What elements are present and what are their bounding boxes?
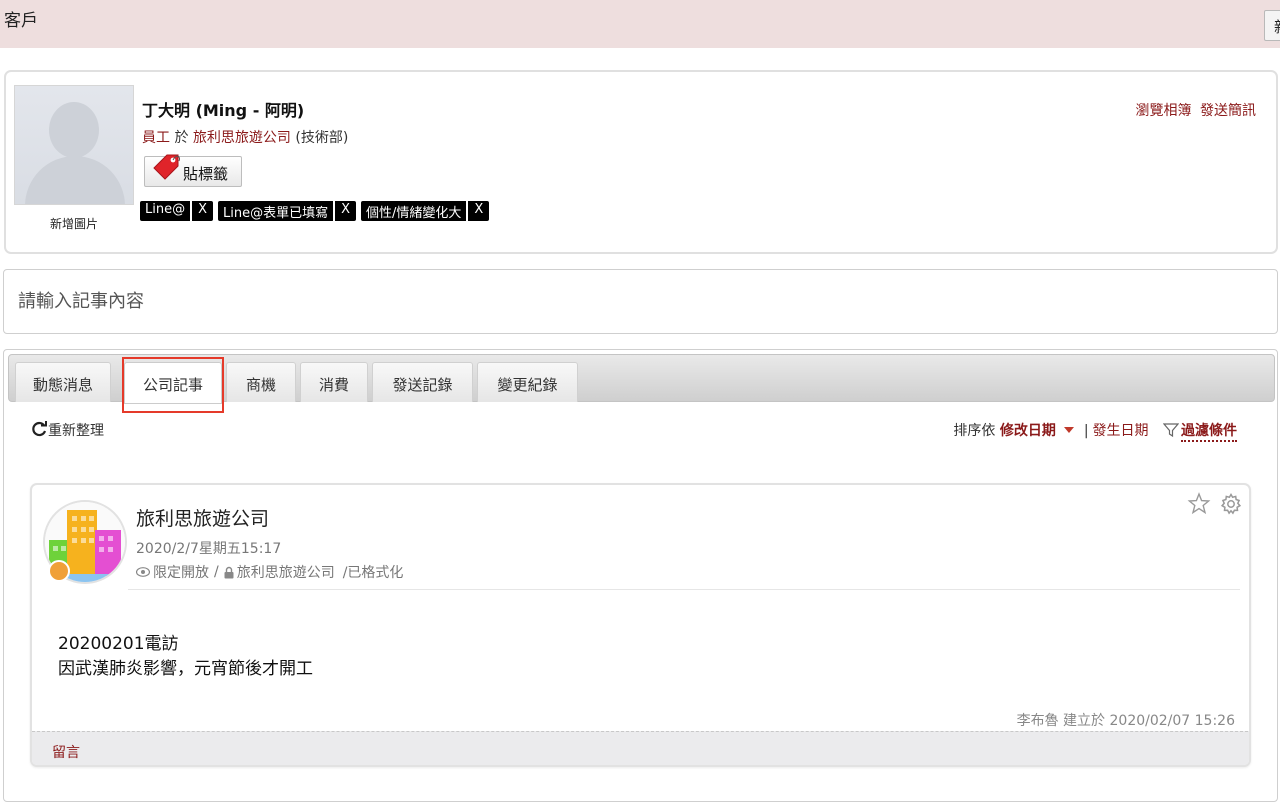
send-sms-link[interactable]: 發送簡訊 (1200, 103, 1256, 119)
card-divider (128, 589, 1240, 590)
profile-actions: 瀏覽相簿 發送簡訊 (1132, 100, 1256, 120)
company-badge-icon (48, 560, 70, 582)
tab-news-feed[interactable]: 動態消息 (15, 362, 111, 402)
gear-icon[interactable] (1219, 492, 1243, 516)
new-button[interactable]: 新增 (1264, 10, 1280, 41)
star-icon[interactable] (1187, 492, 1211, 516)
note-body-line: 20200201電訪 (58, 634, 179, 654)
department-text: (技術部) (290, 130, 349, 146)
tab-change-log[interactable]: 變更紀錄 (477, 362, 578, 402)
contact-profile-card: 新增圖片 丁大明 (Ming - 阿明) 員工 於 旅利思旅遊公司 (技術部) … (4, 70, 1278, 254)
role-separator: 於 (170, 130, 193, 146)
avatar-head-icon (49, 102, 99, 158)
tag-remove-button[interactable]: X (335, 201, 356, 221)
top-header-bar: 客戶 新增 (0, 0, 1280, 48)
role-link[interactable]: 員工 (142, 130, 170, 146)
tab-send-records[interactable]: 發送記錄 (372, 362, 473, 402)
tag-chip-label: Line@表單已填寫 (218, 201, 334, 221)
tag-icon (153, 154, 180, 180)
refresh-label: 重新整理 (48, 423, 104, 439)
tag-chip: Line@ X (140, 201, 213, 221)
sort-prefix: 排序依 (953, 423, 996, 439)
note-owner: 旅利思旅遊公司 (236, 565, 335, 581)
add-photo-link[interactable]: 新增圖片 (14, 215, 134, 232)
tab-purchases[interactable]: 消費 (300, 362, 368, 402)
note-company-name[interactable]: 旅利思旅遊公司 (136, 504, 269, 531)
refresh-icon (32, 421, 47, 437)
tag-chip: 個性/情緒變化大 X (361, 201, 490, 221)
comment-link[interactable]: 留言 (52, 742, 80, 762)
sort-desc-caret-icon (1063, 427, 1074, 433)
note-creator-info: 李布魯 建立於 2020/02/07 15:26 (1016, 713, 1235, 729)
lock-icon (224, 566, 234, 578)
note-datetime: 2020/2/7星期五15:17 (136, 541, 282, 557)
tab-bar: 動態消息 公司記事 商機 消費 發送記錄 變更紀錄 (8, 354, 1275, 413)
note-body-line: 因武漢肺炎影響，元宵節後才開工 (58, 659, 313, 679)
page-title: 客戶 (4, 11, 38, 31)
avatar[interactable] (14, 85, 134, 205)
tag-remove-button[interactable]: X (468, 201, 490, 221)
add-tag-label: 貼標籤 (183, 165, 229, 183)
meta-separator: / (214, 564, 219, 580)
note-meta: 限定開放 / 旅利思旅遊公司 /已格式化 (136, 562, 403, 582)
note-content-input[interactable] (3, 269, 1278, 334)
avatar-body-icon (25, 156, 125, 204)
note-visibility: 限定開放 (153, 565, 209, 581)
tag-list: Line@ X Line@表單已填寫 X 個性/情緒變化大 X (140, 201, 490, 221)
filter-conditions-link[interactable]: 過濾條件 (1181, 423, 1237, 442)
sort-toolbar: 排序依 修改日期 | 發生日期 過濾條件 (953, 420, 1237, 442)
company-link[interactable]: 旅利思旅遊公司 (193, 130, 291, 146)
note-format: /已格式化 (342, 565, 404, 581)
browse-album-link[interactable]: 瀏覽相簿 (1136, 103, 1192, 119)
comment-bar: 留言 (32, 731, 1249, 765)
tag-chip-label: 個性/情緒變化大 (361, 201, 467, 221)
tag-chip-label: Line@ (140, 201, 191, 221)
active-tab-highlight (122, 357, 224, 413)
note-card: 旅利思旅遊公司 2020/2/7星期五15:17 限定開放 / 旅利思旅遊公司 … (30, 483, 1251, 767)
eye-icon (136, 567, 150, 577)
sort-by-modified-date[interactable]: 修改日期 (1000, 423, 1056, 439)
tag-chip: Line@表單已填寫 X (218, 201, 356, 221)
contact-name: 丁大明 (Ming - 阿明) (142, 101, 305, 120)
tag-remove-button[interactable]: X (192, 201, 213, 221)
contact-role-line: 員工 於 旅利思旅遊公司 (技術部) (142, 127, 348, 147)
tab-opportunities[interactable]: 商機 (226, 362, 296, 402)
filter-icon (1163, 423, 1179, 438)
add-tag-button[interactable]: 貼標籤 (144, 154, 242, 187)
activity-panel: 動態消息 公司記事 商機 消費 發送記錄 變更紀錄 重新整理 排序依 修改日期 |… (3, 349, 1278, 802)
sort-separator: | (1083, 423, 1089, 439)
sort-by-occurred-date[interactable]: 發生日期 (1093, 423, 1149, 439)
